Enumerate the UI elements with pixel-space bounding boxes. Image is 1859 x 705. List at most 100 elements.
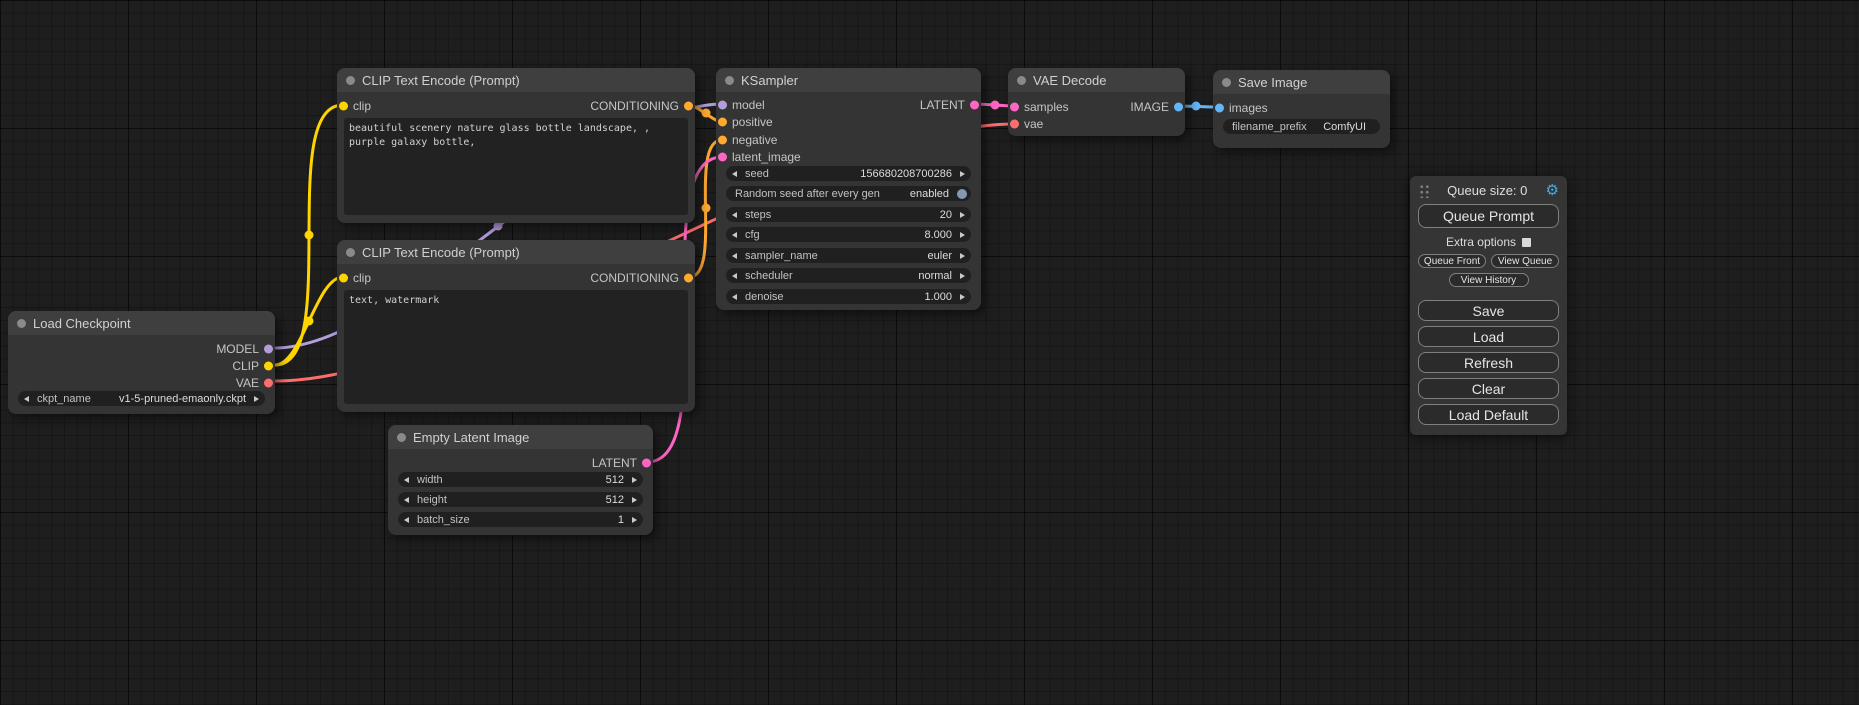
value-decrement-icon[interactable] — [404, 517, 409, 523]
node-title: CLIP Text Encode (Prompt) — [362, 73, 520, 88]
load-button[interactable]: Load — [1418, 326, 1559, 347]
node-empty-latent-image[interactable]: Empty Latent Image LATENT width 512 heig… — [388, 425, 653, 535]
clip-input-port[interactable] — [339, 101, 348, 110]
value-decrement-icon[interactable] — [732, 232, 737, 238]
value-increment-icon[interactable] — [960, 171, 965, 177]
value-increment-icon[interactable] — [960, 232, 965, 238]
value-increment-icon[interactable] — [960, 273, 965, 279]
slot-label: samples — [1024, 100, 1069, 114]
value-increment-icon[interactable] — [254, 396, 259, 402]
widget-label: height — [417, 494, 447, 506]
node-title-bar[interactable]: KSampler — [716, 68, 981, 92]
refresh-button[interactable]: Refresh — [1418, 352, 1559, 373]
slot-label: positive — [732, 115, 773, 129]
vae-output-port[interactable] — [264, 378, 273, 387]
queue-prompt-button[interactable]: Queue Prompt — [1418, 204, 1559, 228]
value-decrement-icon[interactable] — [732, 253, 737, 259]
cfg-widget[interactable]: cfg 8.000 — [726, 227, 971, 242]
conditioning-output-port[interactable] — [684, 273, 693, 282]
clear-button[interactable]: Clear — [1418, 378, 1559, 399]
width-widget[interactable]: width 512 — [398, 472, 643, 487]
latent-image-input-port[interactable] — [718, 152, 727, 161]
view-queue-button[interactable]: View Queue — [1491, 254, 1559, 268]
height-widget[interactable]: height 512 — [398, 492, 643, 507]
widget-label: batch_size — [417, 514, 470, 526]
value-increment-icon[interactable] — [960, 253, 965, 259]
slot-label: LATENT — [920, 98, 965, 112]
extra-options-checkbox[interactable] — [1522, 238, 1531, 247]
graph-canvas[interactable]: Load Checkpoint MODEL CLIP VAE ckpt_name… — [0, 0, 1859, 705]
image-output-port[interactable] — [1174, 102, 1183, 111]
queue-front-button[interactable]: Queue Front — [1418, 254, 1486, 268]
node-status-dot — [397, 433, 406, 442]
output-slot-model: MODEL — [8, 340, 275, 357]
widget-label: steps — [745, 209, 771, 221]
vae-input-port[interactable] — [1010, 119, 1019, 128]
widget-value: normal — [918, 270, 952, 282]
value-increment-icon[interactable] — [632, 517, 637, 523]
images-input-port[interactable] — [1215, 103, 1224, 112]
latent-output-port[interactable] — [970, 100, 979, 109]
prompt-textarea[interactable]: text, watermark — [344, 290, 688, 404]
node-title-bar[interactable]: CLIP Text Encode (Prompt) — [337, 68, 695, 92]
node-title-bar[interactable]: Empty Latent Image — [388, 425, 653, 449]
workflow-buttons: Save Load Refresh Clear Load Default — [1418, 300, 1559, 425]
value-increment-icon[interactable] — [960, 294, 965, 300]
clip-output-port[interactable] — [264, 361, 273, 370]
drag-handle-icon[interactable] — [1418, 183, 1429, 198]
node-ksampler[interactable]: KSampler model LATENT positive negative … — [716, 68, 981, 310]
node-save-image[interactable]: Save Image images filename_prefix ComfyU… — [1213, 70, 1390, 148]
input-slot-positive: positive — [716, 113, 981, 130]
filename-prefix-widget[interactable]: filename_prefix ComfyUI — [1223, 119, 1380, 134]
node-clip-text-encode-positive[interactable]: CLIP Text Encode (Prompt) clip CONDITION… — [337, 68, 695, 223]
settings-gear-icon[interactable]: ⚙ — [1546, 183, 1559, 198]
seed-widget[interactable]: seed 156680208700286 — [726, 166, 971, 181]
node-status-dot — [17, 319, 26, 328]
value-decrement-icon[interactable] — [732, 273, 737, 279]
value-increment-icon[interactable] — [960, 212, 965, 218]
value-decrement-icon[interactable] — [732, 294, 737, 300]
samples-input-port[interactable] — [1010, 102, 1019, 111]
sampler-name-widget[interactable]: sampler_name euler — [726, 248, 971, 263]
ckpt-name-widget[interactable]: ckpt_name v1-5-pruned-emaonly.ckpt — [18, 391, 265, 406]
slot-row: model LATENT — [716, 96, 981, 113]
save-button[interactable]: Save — [1418, 300, 1559, 321]
batch-size-widget[interactable]: batch_size 1 — [398, 512, 643, 527]
value-decrement-icon[interactable] — [732, 212, 737, 218]
node-title-bar[interactable]: Load Checkpoint — [8, 311, 275, 335]
node-title-bar[interactable]: VAE Decode — [1008, 68, 1185, 92]
load-default-button[interactable]: Load Default — [1418, 404, 1559, 425]
latent-output-port[interactable] — [642, 458, 651, 467]
random-seed-widget[interactable]: Random seed after every gen enabled — [726, 186, 971, 201]
denoise-widget[interactable]: denoise 1.000 — [726, 289, 971, 304]
view-history-button[interactable]: View History — [1449, 273, 1529, 287]
node-title-bar[interactable]: CLIP Text Encode (Prompt) — [337, 240, 695, 264]
clip-input-port[interactable] — [339, 273, 348, 282]
output-slot-clip: CLIP — [8, 357, 275, 374]
value-decrement-icon[interactable] — [404, 477, 409, 483]
model-output-port[interactable] — [264, 344, 273, 353]
link-midpoint-dot — [702, 109, 711, 118]
seed-toggle-icon[interactable] — [957, 189, 967, 199]
prompt-textarea[interactable]: beautiful scenery nature glass bottle la… — [344, 118, 688, 215]
steps-widget[interactable]: steps 20 — [726, 207, 971, 222]
node-load-checkpoint[interactable]: Load Checkpoint MODEL CLIP VAE ckpt_name… — [8, 311, 275, 414]
slot-row: clip CONDITIONING — [337, 97, 695, 114]
node-title-bar[interactable]: Save Image — [1213, 70, 1390, 94]
positive-input-port[interactable] — [718, 117, 727, 126]
node-clip-text-encode-negative[interactable]: CLIP Text Encode (Prompt) clip CONDITION… — [337, 240, 695, 412]
widget-value: 512 — [606, 474, 624, 486]
value-decrement-icon[interactable] — [732, 171, 737, 177]
negative-input-port[interactable] — [718, 135, 727, 144]
link-midpoint-dot — [991, 101, 1000, 110]
value-increment-icon[interactable] — [632, 477, 637, 483]
scheduler-widget[interactable]: scheduler normal — [726, 268, 971, 283]
conditioning-output-port[interactable] — [684, 101, 693, 110]
node-status-dot — [1222, 78, 1231, 87]
node-vae-decode[interactable]: VAE Decode samples IMAGE vae — [1008, 68, 1185, 136]
model-input-port[interactable] — [718, 100, 727, 109]
value-decrement-icon[interactable] — [24, 396, 29, 402]
value-decrement-icon[interactable] — [404, 497, 409, 503]
value-increment-icon[interactable] — [632, 497, 637, 503]
widget-value: 8.000 — [924, 229, 952, 241]
